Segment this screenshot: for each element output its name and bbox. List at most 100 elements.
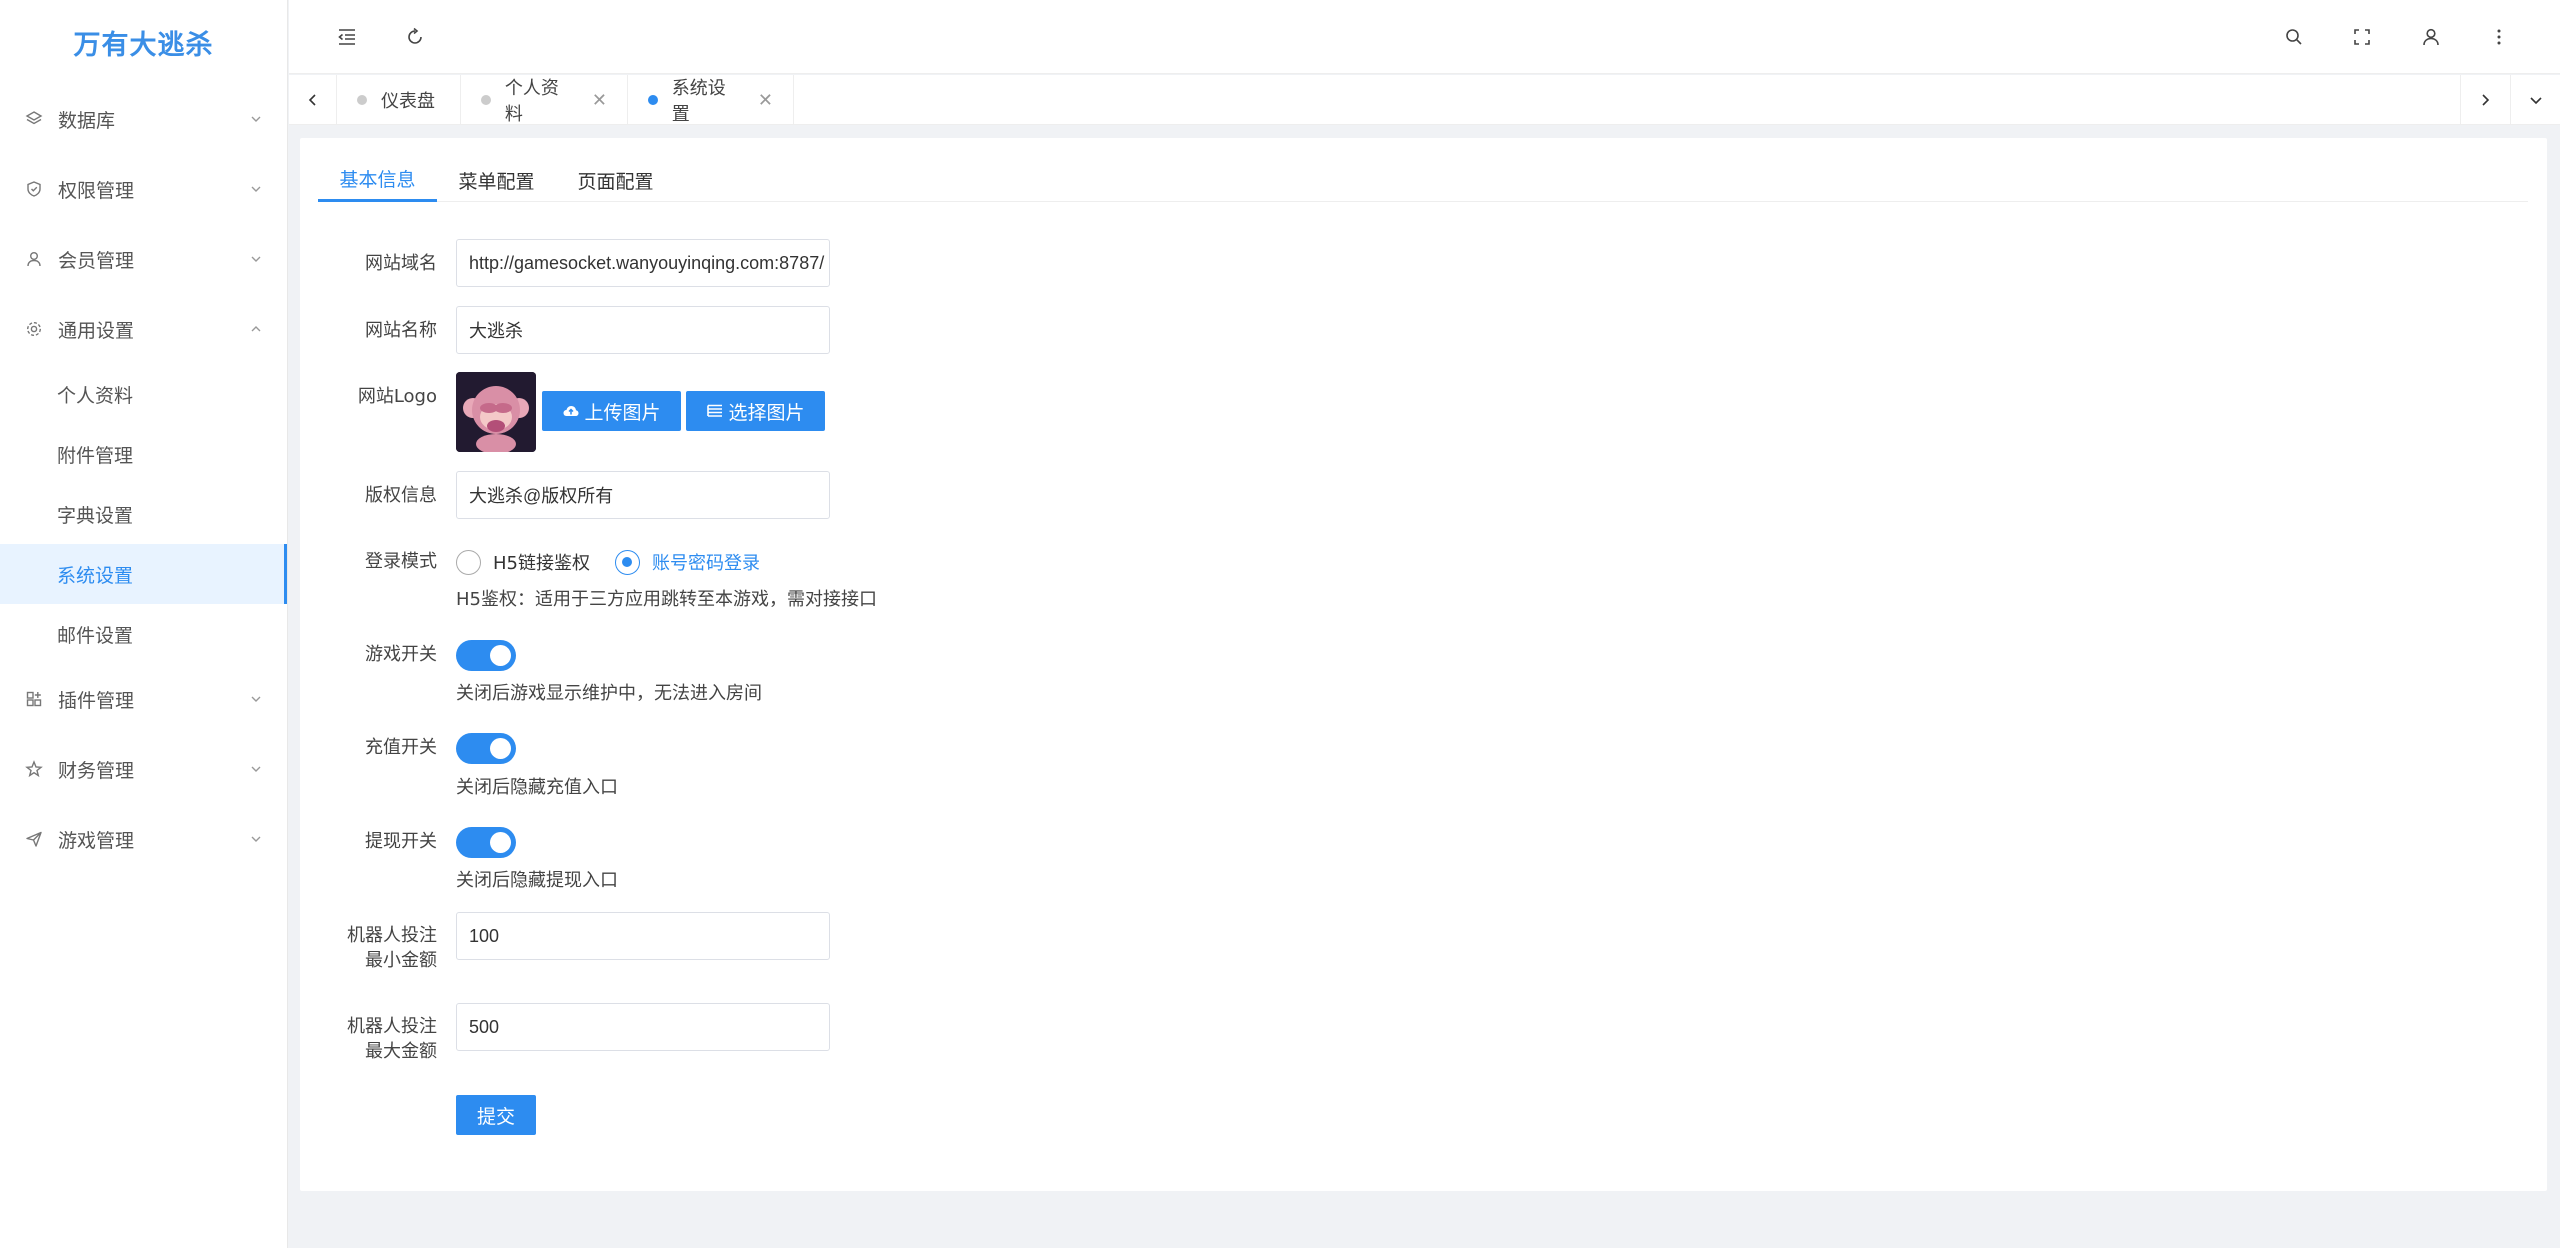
sidebar-item-label: 数据库	[58, 109, 116, 132]
robot-min-label-line1: 机器人投注	[347, 925, 437, 946]
chevron-down-icon	[251, 766, 261, 772]
sidebar-item-label: 游戏管理	[58, 829, 135, 852]
tab-status-dot	[357, 95, 367, 105]
submit-button[interactable]: 提交	[456, 1095, 536, 1135]
tab-label: 仪表盘	[381, 91, 435, 112]
robot-max-label-line2: 最大金额	[365, 1041, 437, 1062]
tab-label: 系统设置	[671, 78, 726, 125]
sidebar-item-label: 权限管理	[58, 179, 135, 202]
recharge-switch-hint: 关闭后隐藏充值入口	[456, 777, 618, 798]
sidebar-subitem-attachments[interactable]: 附件管理	[0, 424, 287, 484]
menu-fold-icon[interactable]	[317, 0, 377, 74]
chevron-down-icon	[251, 186, 261, 192]
withdraw-switch-toggle[interactable]	[456, 827, 516, 858]
page-tab-profile[interactable]: 个人资料 ✕	[461, 75, 628, 125]
close-icon[interactable]: ✕	[592, 90, 607, 111]
sidebar-item-plugins[interactable]: 插件管理	[0, 664, 287, 734]
sidebar-item-permissions[interactable]: 权限管理	[0, 154, 287, 224]
user-icon	[24, 249, 44, 269]
tab-status-dot	[648, 95, 658, 105]
search-icon[interactable]	[2264, 0, 2324, 74]
recharge-switch-label: 充值开关	[365, 737, 437, 758]
page-tab-system-settings[interactable]: 系统设置 ✕	[628, 75, 794, 125]
recharge-switch-toggle[interactable]	[456, 733, 516, 764]
radio-circle	[615, 549, 640, 575]
sidebar-subitem-mail-settings[interactable]: 邮件设置	[0, 604, 287, 664]
tab-page-config[interactable]: 页面配置	[556, 158, 675, 202]
upload-button-label: 上传图片	[584, 401, 661, 424]
sidebar-item-label: 通用设置	[58, 319, 135, 342]
page-tab-dashboard[interactable]: 仪表盘	[337, 75, 461, 125]
chevron-down-icon	[251, 256, 261, 262]
login-radio-password[interactable]: 账号密码登录	[615, 549, 760, 575]
tab-menu-config[interactable]: 菜单配置	[437, 158, 556, 202]
copyright-label: 版权信息	[365, 485, 437, 506]
robot-max-amount-input[interactable]: 500	[456, 1003, 830, 1051]
send-icon	[24, 829, 44, 849]
site-name-label: 网站名称	[365, 320, 437, 341]
robot-max-label-line1: 机器人投注	[347, 1016, 437, 1037]
robot-min-amount-input[interactable]: 100	[456, 912, 830, 960]
domain-label: 网站域名	[365, 253, 437, 274]
tab-basic-info[interactable]: 基本信息	[318, 158, 437, 202]
user-icon[interactable]	[2401, 0, 2461, 74]
app-logo[interactable]: 万有大逃杀	[0, 0, 287, 84]
sidebar-subitem-dictionary[interactable]: 字典设置	[0, 484, 287, 544]
tab-label: 个人资料	[504, 78, 559, 125]
game-switch-label: 游戏开关	[365, 644, 437, 665]
tabs-scroll-right-icon[interactable]	[2460, 75, 2508, 125]
robot-max-label: 机器人投注 最大金额	[300, 1014, 437, 1064]
withdraw-switch-label: 提现开关	[365, 831, 437, 852]
site-name-input[interactable]: 大逃杀	[456, 306, 830, 354]
layers-icon	[24, 109, 44, 129]
shield-icon	[24, 179, 44, 199]
login-radio-h5[interactable]: H5链接鉴权	[456, 549, 590, 575]
game-switch-hint: 关闭后游戏显示维护中，无法进入房间	[456, 683, 762, 704]
top-header	[289, 0, 2560, 74]
chevron-up-icon	[251, 326, 261, 332]
sidebar-item-games[interactable]: 游戏管理	[0, 804, 287, 874]
close-icon[interactable]: ✕	[758, 90, 773, 111]
logo-label: 网站Logo	[357, 386, 437, 407]
fullscreen-icon[interactable]	[2332, 0, 2392, 74]
sidebar-item-database[interactable]: 数据库	[0, 84, 287, 154]
sidebar-item-label: 插件管理	[58, 689, 135, 712]
domain-input[interactable]: http://gamesocket.wanyouyinqing.com:8787…	[456, 239, 830, 287]
sidebar: 万有大逃杀 数据库 权限管理 会员管理 通用设置 个人资料 附件管理 字典设置 …	[0, 0, 288, 1248]
plugin-icon	[24, 689, 44, 709]
monkey-logo-icon	[456, 372, 536, 452]
sidebar-subitem-system-settings[interactable]: 系统设置	[0, 544, 287, 604]
game-switch-toggle[interactable]	[456, 640, 516, 671]
tabs-dropdown-icon[interactable]	[2510, 75, 2560, 125]
sidebar-item-label: 财务管理	[58, 759, 135, 782]
site-logo-image[interactable]	[456, 372, 536, 452]
cloud-upload-icon	[563, 406, 579, 416]
robot-min-label-line2: 最小金额	[365, 950, 437, 971]
choose-button-label: 选择图片	[728, 401, 805, 424]
refresh-icon[interactable]	[385, 0, 445, 74]
upload-image-button[interactable]: 上传图片	[542, 391, 681, 431]
robot-min-label: 机器人投注 最小金额	[300, 923, 437, 973]
login-mode-hint: H5鉴权：适用于三方应用跳转至本游戏，需对接接口	[456, 589, 877, 610]
more-icon[interactable]	[2469, 0, 2529, 74]
chevron-down-icon	[251, 836, 261, 842]
sidebar-item-label: 会员管理	[58, 249, 135, 272]
settings-tabs: 基本信息 菜单配置 页面配置	[318, 158, 2528, 202]
tabs-scroll-left-icon[interactable]	[289, 75, 337, 125]
page-tabs-bar: 仪表盘 个人资料 ✕ 系统设置 ✕	[289, 75, 2560, 125]
sidebar-item-general-settings[interactable]: 通用设置	[0, 294, 287, 364]
gear-icon	[24, 319, 44, 339]
sidebar-subitem-profile[interactable]: 个人资料	[0, 364, 287, 424]
sidebar-item-finance[interactable]: 财务管理	[0, 734, 287, 804]
copyright-input[interactable]: 大逃杀@版权所有	[456, 471, 830, 519]
radio-label: 账号密码登录	[652, 553, 760, 574]
settings-card: 基本信息 菜单配置 页面配置 网站域名 http://gamesocket.wa…	[300, 138, 2547, 1191]
tab-status-dot	[481, 95, 491, 105]
radio-circle	[456, 549, 481, 575]
chevron-down-icon	[251, 116, 261, 122]
sidebar-item-members[interactable]: 会员管理	[0, 224, 287, 294]
finance-icon	[24, 759, 44, 779]
chevron-down-icon	[251, 696, 261, 702]
choose-image-button[interactable]: 选择图片	[686, 391, 825, 431]
withdraw-switch-hint: 关闭后隐藏提现入口	[456, 870, 618, 891]
